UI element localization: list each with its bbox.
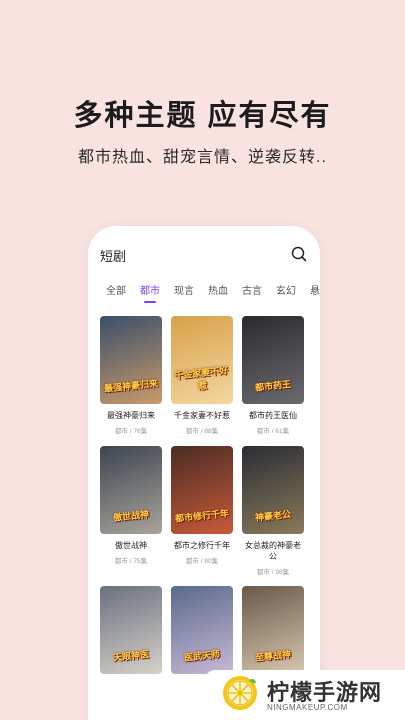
- tab-suspense[interactable]: 悬: [310, 282, 320, 303]
- tab-urban[interactable]: 都市: [140, 282, 160, 303]
- drama-card[interactable]: 千金家妻不好惹 千金家妻不好惹 都市 / 88集: [171, 316, 233, 435]
- drama-poster[interactable]: 天眼神医: [100, 586, 162, 674]
- lemon-logo-icon: [223, 676, 257, 710]
- poster-title-art: 都市药王: [254, 379, 292, 393]
- drama-meta: 都市 / 76集: [114, 428, 148, 435]
- tab-ancient-romance[interactable]: 古言: [242, 282, 262, 303]
- drama-card[interactable]: 至尊战神: [242, 586, 304, 674]
- tab-all[interactable]: 全部: [106, 282, 126, 303]
- drama-poster[interactable]: 最强神豪归来: [100, 316, 162, 404]
- search-icon[interactable]: [290, 245, 308, 263]
- poster-title-art: 傲世战神: [112, 509, 150, 523]
- tab-modern-romance[interactable]: 现言: [174, 282, 194, 303]
- drama-poster[interactable]: 千金家妻不好惹: [171, 316, 233, 404]
- drama-card[interactable]: 天眼神医: [100, 586, 162, 674]
- drama-card[interactable]: 都市药王 都市药王医仙 都市 / 61集: [242, 316, 304, 435]
- site-watermark: 柠檬手游网 NINGMAKEUP.COM: [205, 670, 405, 720]
- phone-screen: 短剧 全部 都市 现言 热血 古言 玄幻悬 最强神豪归来 最强神豪归来 都市 / 76集 …: [88, 226, 320, 720]
- drama-meta: 都市 / 75集: [114, 558, 148, 565]
- drama-poster[interactable]: 都市修行千年: [171, 446, 233, 534]
- drama-card[interactable]: 神豪老公 女总裁的神豪老公 都市 / 98集: [242, 446, 304, 576]
- drama-meta: 都市 / 61集: [256, 428, 290, 435]
- drama-meta: 都市 / 98集: [256, 569, 290, 576]
- drama-title: 傲世战神: [115, 541, 147, 550]
- drama-meta: 都市 / 80集: [185, 558, 219, 565]
- promo-subhead: 都市热血、甜宠言情、逆袭反转..: [78, 149, 327, 166]
- poster-title-art: 医武天师: [183, 649, 221, 663]
- drama-title: 都市药王医仙: [249, 411, 297, 420]
- watermark-site-url: NINGMAKEUP.COM: [267, 703, 348, 712]
- drama-card[interactable]: 傲世战神 傲世战神 都市 / 75集: [100, 446, 162, 565]
- poster-title-art: 最强神豪归来: [103, 378, 159, 394]
- app-topbar: 短剧: [100, 242, 308, 266]
- drama-card[interactable]: 最强神豪归来 最强神豪归来 都市 / 76集: [100, 316, 162, 435]
- drama-title: 最强神豪归来: [107, 411, 155, 420]
- drama-poster[interactable]: 医武天师: [171, 586, 233, 674]
- drama-card[interactable]: 都市修行千年 都市之修行千年 都市 / 80集: [171, 446, 233, 565]
- drama-poster[interactable]: 都市药王: [242, 316, 304, 404]
- drama-title: 女总裁的神豪老公: [245, 541, 301, 561]
- drama-poster[interactable]: 神豪老公: [242, 446, 304, 534]
- tab-hot-blood[interactable]: 热血: [208, 282, 228, 303]
- poster-title-art: 神豪老公: [254, 509, 292, 523]
- drama-title: 都市之修行千年: [174, 541, 230, 550]
- drama-poster[interactable]: 傲世战神: [100, 446, 162, 534]
- app-title: 短剧: [100, 249, 127, 264]
- drama-title: 千金家妻不好惹: [174, 411, 230, 420]
- poster-title-art: 都市修行千年: [174, 508, 230, 524]
- category-tabs: 全部 都市 现言 热血 古言 玄幻悬: [106, 282, 320, 304]
- poster-title-art: 千金家妻不好惹: [173, 365, 229, 392]
- drama-poster[interactable]: 至尊战神: [242, 586, 304, 674]
- drama-meta: 都市 / 88集: [185, 428, 219, 435]
- tab-fantasy[interactable]: 玄幻: [276, 282, 296, 303]
- poster-title-art: 至尊战神: [254, 649, 292, 663]
- promo-headline: 多种主题 应有尽有: [73, 100, 332, 132]
- drama-card[interactable]: 医武天师: [171, 586, 233, 674]
- poster-title-art: 天眼神医: [112, 649, 150, 663]
